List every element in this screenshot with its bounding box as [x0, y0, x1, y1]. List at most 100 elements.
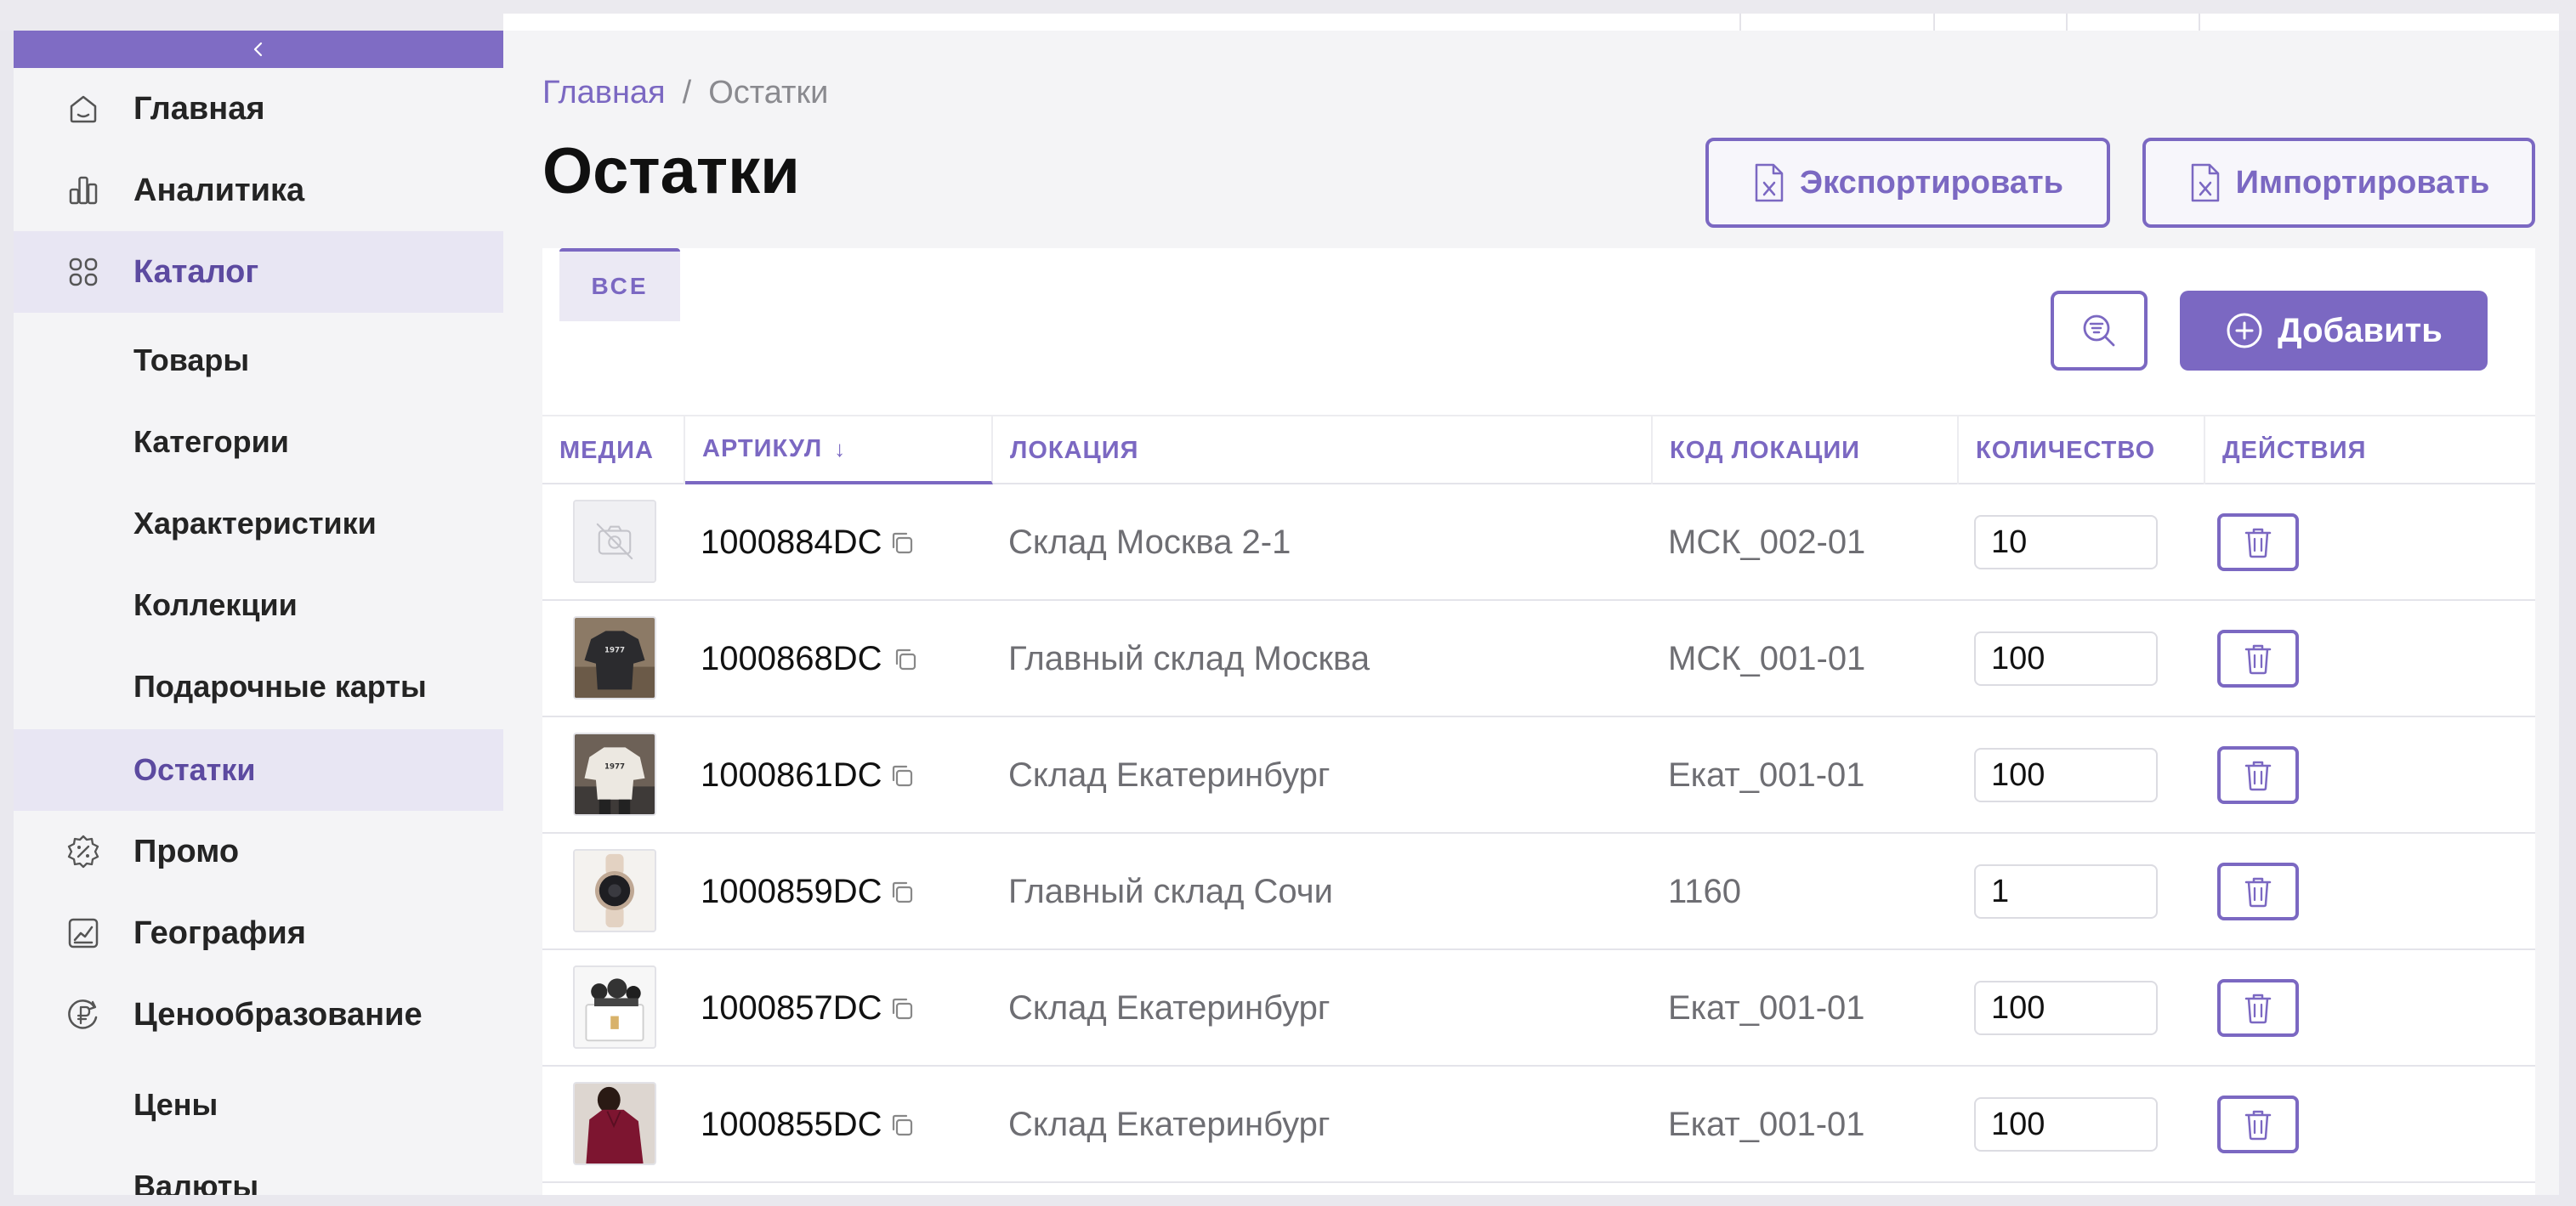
- sidebar-item-label: Аналитика: [133, 172, 305, 208]
- sidebar-item-label: География: [133, 914, 306, 951]
- copy-icon[interactable]: [888, 878, 916, 907]
- breadcrumb-separator: /: [682, 75, 692, 110]
- table-row: 1000884DC Склад Москва 2-1 МСК_002-01: [542, 484, 2535, 601]
- plus-circle-icon: [2227, 313, 2262, 348]
- sidebar-collapse-button[interactable]: [14, 31, 503, 68]
- excel-file-icon: [2191, 163, 2219, 202]
- sidebar-item-label: Характеристики: [133, 506, 377, 541]
- location-code-text: МСК_002-01: [1668, 524, 1866, 561]
- delete-button[interactable]: [2217, 863, 2299, 920]
- top-bar-divider: [1933, 14, 1935, 31]
- product-media: [573, 849, 656, 932]
- location-text: Склад Москва 2-1: [1008, 524, 1291, 561]
- copy-icon[interactable]: [888, 529, 916, 558]
- column-sku[interactable]: АРТИКУЛ ↓: [685, 416, 993, 484]
- top-bar-divider: [2066, 14, 2068, 31]
- import-button[interactable]: Импортировать: [2142, 138, 2535, 228]
- copy-icon[interactable]: [888, 762, 916, 790]
- sidebar-item-products[interactable]: Товары: [14, 320, 503, 401]
- table-row: 1977 1000868DC Главный склад Москва МСК_…: [542, 601, 2535, 717]
- sidebar-item-label: Ценообразование: [133, 996, 423, 1033]
- copy-icon[interactable]: [888, 994, 916, 1023]
- sidebar-item-promo[interactable]: Промо: [14, 811, 503, 892]
- burgundy-blouse-photo: [575, 1084, 655, 1164]
- sku-text: 1000855DC: [701, 1106, 882, 1143]
- sidebar-item-catalog[interactable]: Каталог: [14, 231, 503, 313]
- table-row: 1977 1000861DC Склад Екатеринбург Екат_0…: [542, 717, 2535, 834]
- main-content: Главная / Остатки Остатки Экспортировать…: [503, 31, 2559, 1195]
- quantity-input[interactable]: [1974, 864, 2158, 919]
- chevron-left-icon: [253, 42, 263, 57]
- table-row: 1000855DC Склад Екатеринбург Екат_001-01: [542, 1067, 2535, 1183]
- product-media: 1977: [573, 733, 656, 816]
- location-text: Главный склад Сочи: [1008, 873, 1333, 910]
- sidebar-item-gift-cards[interactable]: Подарочные карты: [14, 646, 503, 728]
- export-button[interactable]: Экспортировать: [1705, 138, 2110, 228]
- home-icon: [61, 87, 105, 131]
- sidebar-item-categories[interactable]: Категории: [14, 401, 503, 483]
- sidebar-item-pricing[interactable]: Ценообразование: [14, 974, 503, 1056]
- location-code-text: Екат_001-01: [1668, 1106, 1865, 1143]
- sidebar-item-analytics[interactable]: Аналитика: [14, 150, 503, 231]
- copy-icon[interactable]: [888, 1111, 916, 1140]
- search-filter-button[interactable]: [2051, 291, 2148, 371]
- top-bar-divider: [2199, 14, 2200, 31]
- location-code-text: МСК_001-01: [1668, 640, 1866, 677]
- svg-text:1977: 1977: [604, 646, 625, 654]
- sidebar-item-label: Остатки: [133, 752, 256, 787]
- trash-icon: [2244, 1110, 2272, 1141]
- promo-icon: [61, 829, 105, 874]
- quantity-input[interactable]: [1974, 748, 2158, 802]
- delete-button[interactable]: [2217, 513, 2299, 571]
- quantity-input[interactable]: [1974, 631, 2158, 686]
- breadcrumb-home-link[interactable]: Главная: [542, 75, 666, 111]
- sidebar-item-label: Промо: [133, 833, 240, 869]
- top-bar-divider: [1739, 14, 1741, 31]
- dark-tshirt-photo: 1977: [575, 618, 655, 698]
- excel-file-icon: [1755, 163, 1784, 202]
- delete-button[interactable]: [2217, 1096, 2299, 1153]
- sidebar-item-home[interactable]: Главная: [14, 68, 503, 150]
- copy-icon[interactable]: [891, 645, 920, 674]
- sidebar-item-currencies[interactable]: Валюты: [14, 1146, 503, 1195]
- location-text: Склад Екатеринбург: [1008, 1106, 1331, 1143]
- top-bar-panel: [503, 14, 2559, 31]
- column-quantity: КОЛИЧЕСТВО: [1959, 416, 2205, 484]
- delete-button[interactable]: [2217, 746, 2299, 804]
- sidebar-item-label: Коллекции: [133, 587, 298, 622]
- location-text: Склад Екатеринбург: [1008, 989, 1331, 1027]
- sku-text: 1000857DC: [701, 989, 882, 1027]
- quantity-input[interactable]: [1974, 515, 2158, 569]
- white-tshirt-photo: 1977: [575, 734, 655, 814]
- sidebar-item-geography[interactable]: География: [14, 892, 503, 974]
- delete-button[interactable]: [2217, 979, 2299, 1037]
- sidebar-item-stock[interactable]: Остатки: [14, 729, 503, 811]
- add-button[interactable]: Добавить: [2180, 291, 2488, 371]
- location-code-text: Екат_001-01: [1668, 989, 1865, 1027]
- sidebar-item-label: Категории: [133, 424, 289, 459]
- sidebar-item-collections[interactable]: Коллекции: [14, 564, 503, 646]
- trash-icon: [2244, 528, 2272, 558]
- location-code-text: Екат_001-01: [1668, 756, 1865, 794]
- analytics-icon: [61, 168, 105, 212]
- add-button-label: Добавить: [2278, 311, 2443, 349]
- sidebar-item-attributes[interactable]: Характеристики: [14, 483, 503, 564]
- product-media: [573, 1082, 656, 1165]
- column-actions: ДЕЙСТВИЯ: [2222, 436, 2367, 464]
- sidebar-item-label: Главная: [133, 90, 265, 127]
- table-row: 1000857DC Склад Екатеринбург Екат_001-01: [542, 950, 2535, 1067]
- delete-button[interactable]: [2217, 630, 2299, 688]
- quantity-input[interactable]: [1974, 1097, 2158, 1152]
- trash-icon: [2244, 994, 2272, 1024]
- product-media: [573, 965, 656, 1049]
- table-header: МЕДИА АРТИКУЛ ↓ ЛОКАЦИЯ КОД ЛОКАЦИИ КОЛИ…: [542, 415, 2535, 484]
- quantity-input[interactable]: [1974, 981, 2158, 1035]
- location-text: Склад Екатеринбург: [1008, 756, 1331, 794]
- sidebar-item-prices[interactable]: Цены: [14, 1064, 503, 1146]
- tab-all[interactable]: ВСЕ: [559, 248, 680, 321]
- location-text: Главный склад Москва: [1008, 640, 1370, 677]
- sku-text: 1000861DC: [701, 756, 882, 794]
- smartwatch-photo: [575, 851, 655, 931]
- page-title: Остатки: [542, 135, 800, 207]
- sidebar-item-label: Товары: [133, 343, 250, 377]
